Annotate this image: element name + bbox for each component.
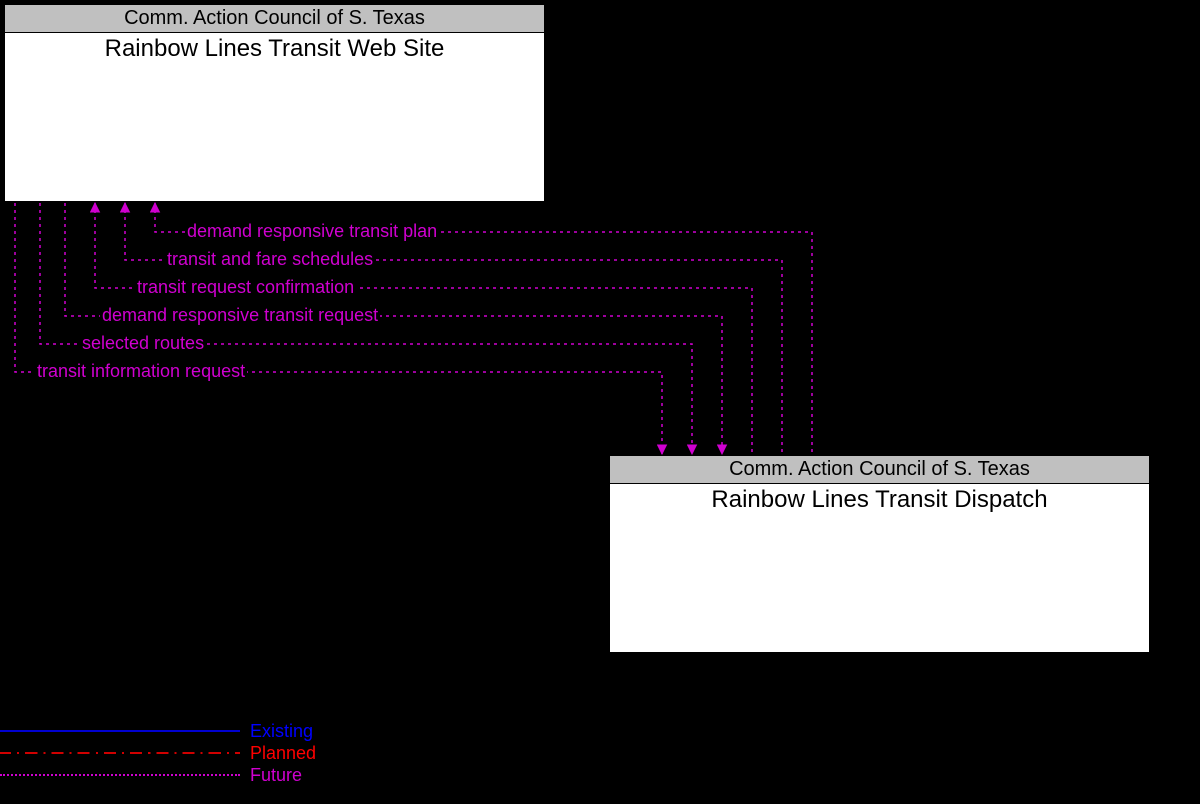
flow-label: transit request confirmation [135,277,356,298]
flow-label: transit and fare schedules [165,249,375,270]
flow-label: demand responsive transit plan [185,221,439,242]
legend-row-existing: Existing [0,720,316,742]
flow-label: transit information request [35,361,247,382]
legend-label: Existing [250,721,313,742]
node-title: Rainbow Lines Transit Dispatch [610,484,1149,514]
legend: Existing Planned Future [0,720,316,786]
legend-swatch-planned [0,752,240,754]
legend-label: Planned [250,743,316,764]
legend-swatch-future [0,774,240,776]
legend-label: Future [250,765,302,786]
legend-row-future: Future [0,764,316,786]
legend-row-planned: Planned [0,742,316,764]
node-transit-dispatch: Comm. Action Council of S. Texas Rainbow… [608,454,1151,654]
legend-swatch-existing [0,730,240,732]
node-header: Comm. Action Council of S. Texas [610,456,1149,484]
flow-label: selected routes [80,333,206,354]
node-header: Comm. Action Council of S. Texas [5,5,544,33]
node-transit-web-site: Comm. Action Council of S. Texas Rainbow… [3,3,546,203]
flow-label: demand responsive transit request [100,305,380,326]
node-title: Rainbow Lines Transit Web Site [5,33,544,63]
